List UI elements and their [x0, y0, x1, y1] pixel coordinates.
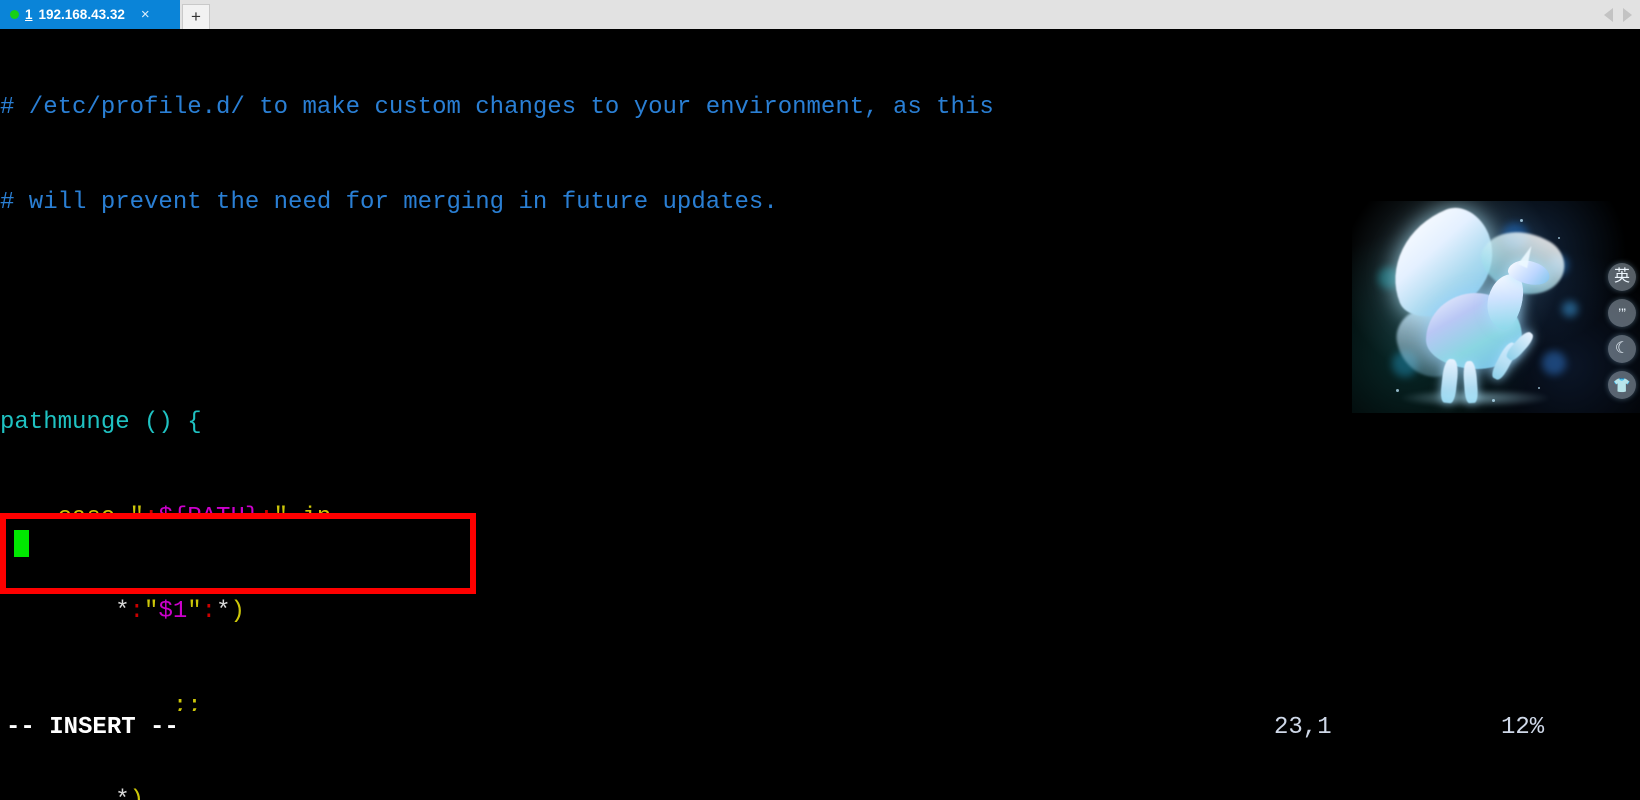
vim-buffer[interactable]: # /etc/profile.d/ to make custom changes…	[0, 29, 1640, 800]
connection-status-dot	[10, 10, 19, 19]
close-icon[interactable]: ×	[141, 7, 150, 22]
ime-language-toggle[interactable]: 英	[1608, 263, 1636, 291]
vim-cursor-position: 23,1	[1274, 714, 1332, 741]
vim-status-line: -- INSERT -- 23,1 12%	[0, 711, 1640, 745]
web-terminal[interactable]: # /etc/profile.d/ to make custom changes…	[0, 29, 1640, 800]
code-line-text: # will prevent the need for merging in f…	[0, 188, 778, 216]
chevron-left-icon[interactable]	[1604, 7, 1613, 22]
browser-tab-strip: 1 192.168.43.32 × +	[0, 0, 1640, 29]
ime-skin-artwork	[1352, 201, 1640, 413]
red-highlight-annotation	[0, 513, 476, 594]
pegasus-water-reflection	[1400, 389, 1550, 407]
ime-skin-button[interactable]: 👕	[1608, 371, 1636, 399]
sogou-ime-panel[interactable]: 英 ’” ☾ 👕	[1352, 201, 1640, 413]
vim-scroll-percent: 12%	[1501, 714, 1545, 741]
code-line: *)	[0, 785, 1640, 800]
tab-scroll-controls	[1604, 0, 1640, 29]
browser-tab-192-168-43-32[interactable]: 1 192.168.43.32 ×	[0, 0, 180, 29]
ime-punctuation-toggle[interactable]: ’”	[1608, 299, 1636, 327]
ime-night-mode[interactable]: ☾	[1608, 335, 1636, 363]
vim-mode-indicator: -- INSERT --	[6, 714, 179, 741]
code-line: # /etc/profile.d/ to make custom changes…	[0, 92, 1640, 124]
chevron-right-icon[interactable]	[1623, 7, 1632, 22]
code-line: *:"$1":*)	[0, 598, 245, 625]
tab-strip-spacer	[210, 0, 1604, 29]
vim-block-cursor	[14, 530, 29, 557]
tab-title-label: 192.168.43.32	[38, 7, 125, 22]
ime-button-column: 英 ’” ☾ 👕	[1608, 263, 1636, 399]
tab-index-label: 1	[25, 7, 33, 22]
new-tab-button[interactable]: +	[182, 4, 210, 29]
code-line-text: # /etc/profile.d/ to make custom changes…	[0, 94, 994, 121]
